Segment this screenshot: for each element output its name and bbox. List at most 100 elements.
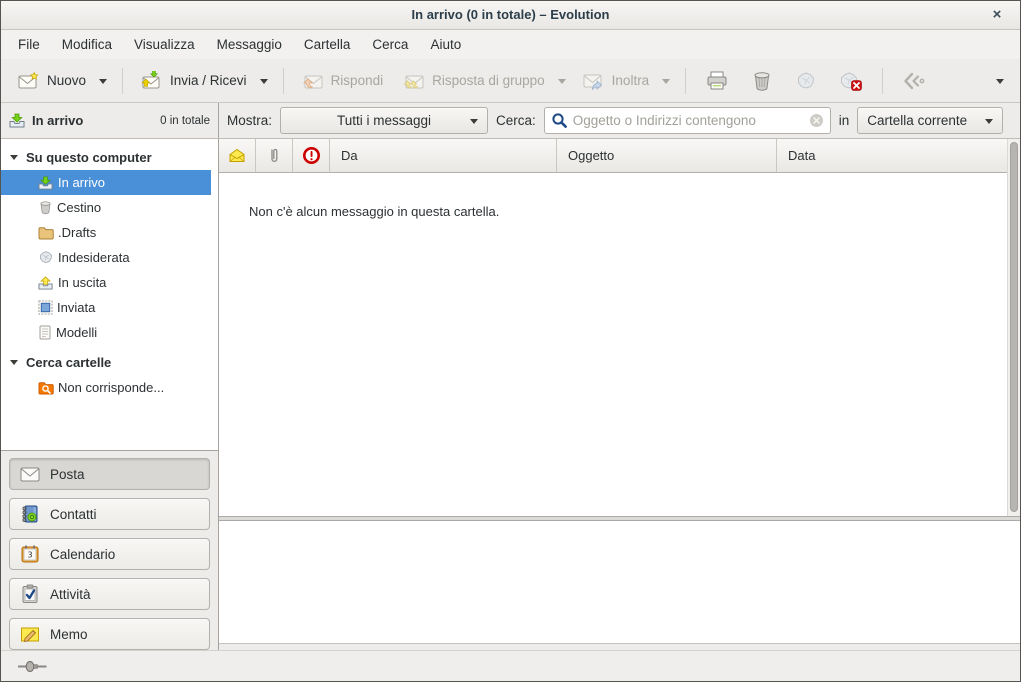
sidebar-item-in-uscita[interactable]: In uscita [1, 270, 211, 295]
junk-button[interactable] [785, 64, 827, 98]
group-reply-button-label: Risposta di gruppo [432, 73, 545, 88]
column-priority[interactable] [293, 139, 330, 173]
tasks-icon [20, 584, 40, 604]
toolbar-separator [685, 68, 686, 94]
group-reply-dropdown-arrow-icon[interactable] [558, 79, 566, 88]
search-icon [551, 112, 568, 129]
sidebar-item-cestino[interactable]: Cestino [1, 195, 211, 220]
toolbar-separator [283, 68, 284, 94]
folder-header: In arrivo 0 in totale [1, 103, 219, 138]
switcher-posta-button[interactable]: Posta [9, 458, 210, 490]
current-folder-name: In arrivo [32, 113, 83, 128]
column-label: Oggetto [568, 148, 614, 163]
tree-group-label: Su questo computer [26, 150, 152, 165]
switcher-label: Contatti [50, 507, 97, 522]
tree-group-search-folders[interactable]: Cerca cartelle [1, 349, 218, 375]
group-reply-button[interactable]: Risposta di gruppo [394, 64, 554, 98]
not-junk-button[interactable] [829, 64, 873, 98]
chevron-down-icon [470, 119, 478, 128]
show-filter-value: Tutti i messaggi [337, 113, 431, 128]
toolbar: Nuovo Invia / Ricevi Rispondi [1, 59, 1020, 103]
switcher-contatti-button[interactable]: Contatti [9, 498, 210, 530]
menu-modifica[interactable]: Modifica [51, 30, 123, 59]
switcher-calendario-button[interactable]: 3 Calendario [9, 538, 210, 570]
expander-icon[interactable] [10, 360, 18, 369]
column-attachment[interactable] [256, 139, 293, 173]
view-switcher: Posta Contatti [1, 450, 218, 657]
online-status-icon[interactable] [18, 660, 48, 673]
close-icon[interactable]: × [986, 1, 1008, 29]
tree-group-on-this-computer[interactable]: Su questo computer [1, 144, 218, 170]
clear-search-icon[interactable] [809, 113, 824, 128]
search-folder-icon [38, 381, 54, 395]
search-box [544, 107, 831, 134]
scrollbar-thumb[interactable] [1010, 142, 1018, 512]
sidebar-item-in-arrivo[interactable]: In arrivo [1, 170, 211, 195]
tree-group-label: Cerca cartelle [26, 355, 111, 370]
contacts-icon [20, 504, 40, 524]
menu-messaggio[interactable]: Messaggio [206, 30, 293, 59]
reply-button[interactable]: Rispondi [293, 64, 393, 98]
menu-file[interactable]: File [7, 30, 51, 59]
back-chevrons-icon [902, 72, 928, 90]
svg-text:3: 3 [27, 551, 32, 560]
column-read-status[interactable] [219, 139, 256, 173]
sidebar-item-modelli[interactable]: Modelli [1, 320, 211, 345]
print-button[interactable] [695, 64, 739, 98]
sidebar-item-drafts[interactable]: .Drafts [1, 220, 211, 245]
menu-visualizza[interactable]: Visualizza [123, 30, 206, 59]
message-list-body: Non c'è alcun messaggio in questa cartel… [219, 173, 1020, 516]
empty-folder-message: Non c'è alcun messaggio in questa cartel… [249, 204, 499, 219]
sidebar-item-inviata[interactable]: Inviata [1, 295, 211, 320]
filter-bar: In arrivo 0 in totale Mostra: Tutti i me… [1, 103, 1020, 139]
show-filter-dropdown[interactable]: Tutti i messaggi [280, 107, 488, 134]
new-dropdown-arrow-icon[interactable] [99, 79, 107, 88]
forward-dropdown-arrow-icon[interactable] [662, 79, 670, 88]
switcher-memo-button[interactable]: Memo [9, 618, 210, 650]
in-label: in [839, 113, 850, 128]
forward-button[interactable]: Inoltra [574, 64, 659, 98]
expander-icon[interactable] [10, 155, 18, 164]
inbox-icon [9, 113, 26, 128]
message-list-scrollbar[interactable] [1007, 139, 1020, 516]
menu-cerca[interactable]: Cerca [361, 30, 419, 59]
folder-sidebar: Su questo computer In arrivo Cestino [1, 139, 219, 650]
evolution-window: In arrivo (0 in totale) – Evolution × Fi… [0, 0, 1021, 682]
column-label: Data [788, 148, 815, 163]
search-input[interactable] [573, 113, 804, 128]
template-icon [38, 325, 52, 340]
switcher-label: Memo [50, 627, 88, 642]
trash-icon [38, 200, 53, 215]
forward-button-label: Inoltra [612, 73, 650, 88]
priority-icon [302, 146, 321, 165]
folder-message-count: 0 in totale [160, 115, 210, 127]
search-label: Cerca: [496, 113, 536, 128]
back-button[interactable] [892, 64, 938, 98]
read-status-icon [228, 148, 246, 163]
memo-icon [20, 625, 40, 643]
sidebar-item-indesiderata[interactable]: Indesiderata [1, 245, 211, 270]
switcher-attivita-button[interactable]: Attività [9, 578, 210, 610]
new-button[interactable]: Nuovo [9, 64, 95, 98]
send-receive-button[interactable]: Invia / Ricevi [132, 64, 256, 98]
search-scope-dropdown[interactable]: Cartella corrente [857, 107, 1003, 134]
menu-bar: File Modifica Visualizza Messaggio Carte… [1, 30, 1020, 59]
menu-cartella[interactable]: Cartella [293, 30, 362, 59]
send-receive-dropdown-arrow-icon[interactable] [260, 79, 268, 88]
column-data[interactable]: Data [777, 139, 1020, 173]
sidebar-item-label: Cestino [57, 200, 101, 215]
switcher-label: Attività [50, 587, 91, 602]
column-label: Da [341, 148, 358, 163]
group-reply-icon [403, 72, 425, 90]
status-bar [1, 650, 1020, 681]
menu-aiuto[interactable]: Aiuto [419, 30, 472, 59]
send-receive-icon [141, 71, 163, 90]
sidebar-item-non-corrisponde[interactable]: Non corrisponde... [1, 375, 211, 400]
toolbar-separator [882, 68, 883, 94]
column-da[interactable]: Da [330, 139, 557, 173]
show-label: Mostra: [227, 113, 272, 128]
forward-icon [583, 72, 605, 90]
delete-button[interactable] [741, 64, 783, 98]
toolbar-overflow-arrow-icon[interactable] [996, 79, 1004, 88]
column-oggetto[interactable]: Oggetto [557, 139, 777, 173]
